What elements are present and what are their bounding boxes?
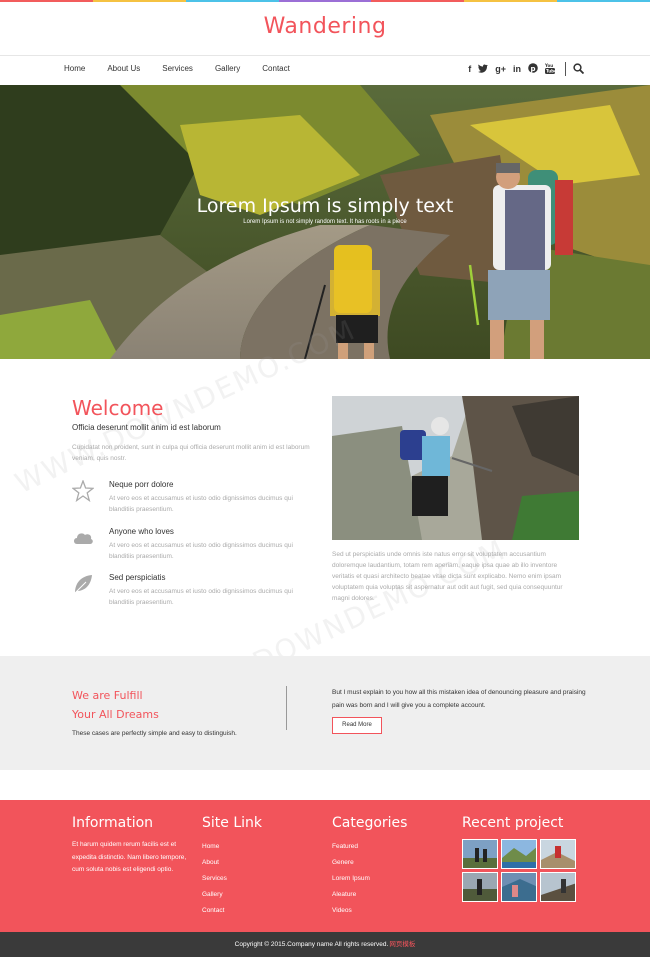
nav-menu: Home About Us Services Gallery Contact	[64, 64, 312, 73]
photo-caption: Sed ut perspiciatis unde omnis iste natu…	[332, 551, 563, 602]
feature-text: At vero eos et accusamus et iusto odio d…	[109, 542, 293, 560]
nav-item-gallery[interactable]: Gallery	[215, 64, 240, 73]
footer-categories-title: Categories	[332, 815, 408, 831]
recent-project-grid	[462, 839, 576, 902]
welcome-text: Cupidatat non proident, sunt in culpa qu…	[72, 444, 310, 462]
site-footer: Information Et harum quidem rerum facili…	[0, 800, 650, 932]
cloud-icon	[72, 527, 94, 549]
copyright-link[interactable]: 网页模板	[389, 941, 415, 948]
copyright-text: Copyright © 2015.Company name All rights…	[234, 941, 389, 948]
recent-project-thumb[interactable]	[501, 872, 537, 902]
footer-information-text: Et harum quidem rerum facilis est et exp…	[72, 841, 187, 873]
linkedin-icon[interactable]: in	[513, 64, 521, 74]
social-links: f g+ in p YouTube	[468, 62, 585, 76]
footer-link-gallery[interactable]: Gallery	[202, 887, 262, 903]
footer-site-link-title: Site Link	[202, 815, 262, 831]
feature-item: Sed perspiciatis At vero eos et accusamu…	[72, 573, 322, 617]
twitter-icon[interactable]	[478, 64, 489, 75]
feature-title: Sed perspiciatis	[109, 573, 166, 582]
site-logo[interactable]: Wandering	[264, 14, 387, 39]
footer-categories: Categories Featured Genere Lorem Ipsum A…	[332, 815, 407, 919]
nav-item-services[interactable]: Services	[162, 64, 193, 73]
welcome-title: Welcome	[72, 396, 164, 420]
band-title-line-1: We are Fulfill	[72, 689, 143, 702]
band-title: We are Fulfill Your All Dreams	[72, 686, 159, 724]
feature-item: Anyone who loves At vero eos et accusamu…	[72, 527, 322, 571]
footer-information-title: Information	[72, 815, 154, 831]
site-header: Wandering	[0, 2, 650, 55]
nav-item-about-us[interactable]: About Us	[107, 64, 140, 73]
leaf-icon	[72, 573, 94, 595]
recent-project-thumb[interactable]	[540, 872, 576, 902]
category-link-genere[interactable]: Genere	[332, 855, 407, 871]
svg-text:p: p	[530, 65, 535, 73]
social-divider	[565, 62, 566, 76]
recent-project-thumb[interactable]	[462, 872, 498, 902]
welcome-subtitle: Officia deserunt mollit anim id est labo…	[72, 423, 221, 432]
pinterest-icon[interactable]: p	[528, 63, 538, 75]
svg-text:Tube: Tube	[546, 68, 555, 73]
copyright-bar: Copyright © 2015.Company name All rights…	[0, 932, 650, 957]
google-plus-icon[interactable]: g+	[495, 64, 506, 74]
facebook-icon[interactable]: f	[468, 64, 471, 74]
feature-item: Neque porr dolore At vero eos et accusam…	[71, 479, 322, 524]
feature-title: Anyone who loves	[109, 527, 174, 536]
welcome-photo	[332, 396, 579, 540]
category-link-videos[interactable]: Videos	[332, 903, 407, 919]
hero-subtitle: Lorem Ipsum is not simply random text. I…	[243, 219, 407, 225]
read-more-button[interactable]: Read More	[332, 717, 382, 734]
main-navbar: Home About Us Services Gallery Contact f…	[0, 55, 650, 85]
footer-recent-project: Recent project	[462, 815, 576, 902]
footer-link-services[interactable]: Services	[202, 871, 262, 887]
youtube-icon[interactable]: YouTube	[544, 63, 557, 76]
nav-item-contact[interactable]: Contact	[262, 64, 290, 73]
footer-recent-title: Recent project	[462, 815, 564, 831]
footer-link-about[interactable]: About	[202, 855, 262, 871]
feature-text: At vero eos et accusamus et iusto odio d…	[109, 495, 293, 513]
footer-link-home[interactable]: Home	[202, 839, 262, 855]
footer-site-link: Site Link Home About Services Gallery Co…	[202, 815, 262, 919]
category-link-aleature[interactable]: Aleature	[332, 887, 407, 903]
band-divider	[286, 686, 287, 730]
promo-band: We are Fulfill Your All Dreams These cas…	[0, 656, 650, 770]
star-icon	[71, 479, 95, 503]
recent-project-thumb[interactable]	[540, 839, 576, 869]
nav-item-home[interactable]: Home	[64, 64, 85, 73]
hero-banner: Lorem Ipsum is simply text Lorem Ipsum i…	[0, 85, 650, 359]
section-gap	[0, 770, 650, 800]
category-link-featured[interactable]: Featured	[332, 839, 407, 855]
footer-information: Information Et harum quidem rerum facili…	[72, 815, 192, 877]
recent-project-thumb[interactable]	[462, 839, 498, 869]
hero-title: Lorem Ipsum is simply text	[196, 195, 454, 217]
feature-title: Neque porr dolore	[109, 480, 174, 489]
band-title-line-2: Your All Dreams	[72, 708, 159, 721]
recent-project-thumb[interactable]	[501, 839, 537, 869]
feature-text: At vero eos et accusamus et iusto odio d…	[109, 588, 293, 606]
category-link-lorem-ipsum[interactable]: Lorem Ipsum	[332, 871, 407, 887]
footer-link-contact[interactable]: Contact	[202, 903, 262, 919]
band-text: But I must explain to you how all this m…	[332, 689, 586, 709]
band-small-text: These cases are perfectly simple and eas…	[72, 730, 237, 737]
svg-text:You: You	[545, 63, 553, 68]
search-icon[interactable]	[573, 62, 585, 76]
